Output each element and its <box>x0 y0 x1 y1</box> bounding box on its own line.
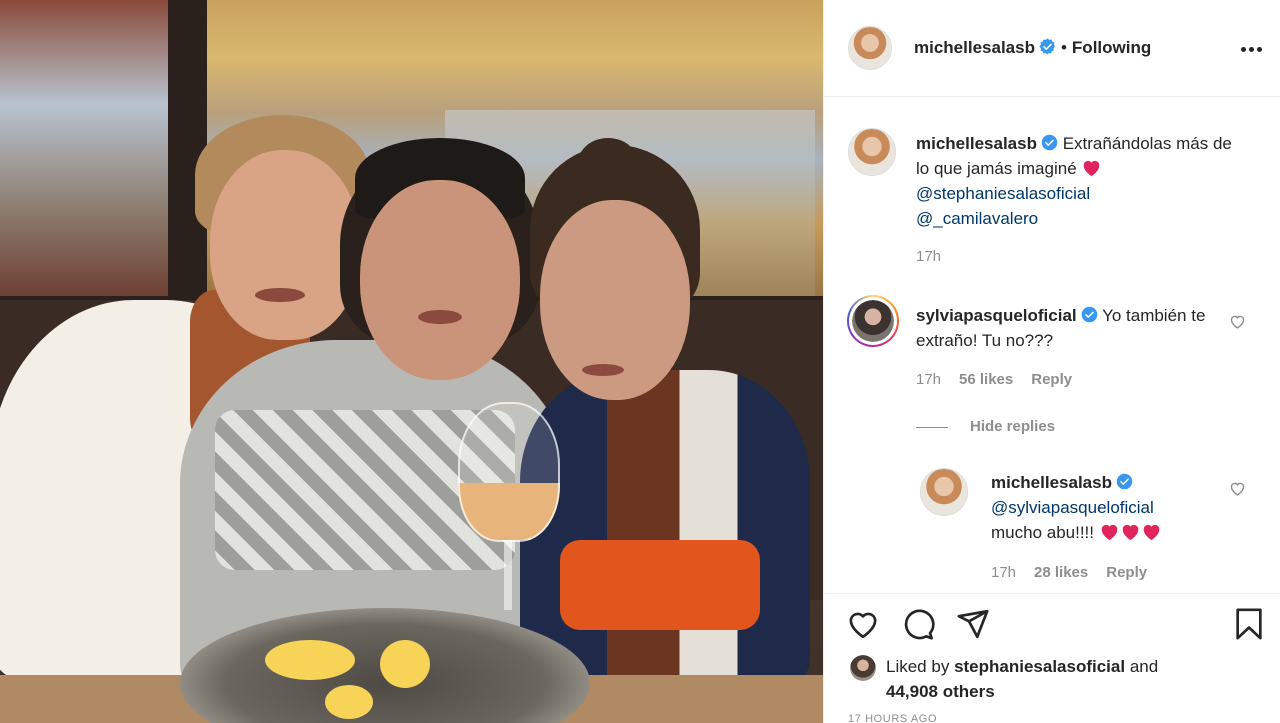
caption-meta: 17h <box>916 248 941 265</box>
red-heart-emoji-icon <box>1143 524 1160 541</box>
comment-username[interactable]: sylviapasqueloficial <box>916 306 1077 325</box>
liked-by-and: and <box>1129 657 1159 676</box>
liked-by-summary: Liked by stephaniesalasoficial and 44,90… <box>886 654 1246 704</box>
post-photo[interactable] <box>0 0 823 723</box>
comments-list: michellesalasb Extrañándolas más de lo q… <box>824 98 1280 593</box>
red-heart-emoji-icon <box>1101 524 1118 541</box>
photo-window-frame <box>168 0 207 300</box>
caption-time[interactable]: 17h <box>916 248 941 265</box>
post-header: michellesalasb • Following <box>824 0 1280 97</box>
photo-person-right-body <box>520 370 810 690</box>
reply-author-avatar[interactable] <box>920 468 968 516</box>
caption-username[interactable]: michellesalasb <box>916 134 1037 153</box>
header-separator: • <box>1060 38 1067 57</box>
photo-smile-middle <box>418 310 462 324</box>
more-options-icon[interactable] <box>1241 47 1263 53</box>
photo-person-left-face <box>210 150 360 340</box>
photo-wine-stem <box>504 540 512 610</box>
hide-replies-line <box>916 426 948 428</box>
caption-mention-2[interactable]: @_camilavalero <box>916 209 1038 228</box>
verified-icon <box>1116 473 1133 490</box>
comment-reply-button[interactable]: Reply <box>1031 371 1072 388</box>
reply-reply-button[interactable]: Reply <box>1106 564 1147 581</box>
reply-username[interactable]: michellesalasb <box>991 473 1112 492</box>
reply-mention[interactable]: @sylviapasqueloficial <box>991 498 1154 517</box>
liked-by-others[interactable]: 44,908 others <box>886 682 995 701</box>
photo-person-middle-face <box>360 180 520 380</box>
photo-smile-left <box>255 288 305 302</box>
photo-lemon-1 <box>265 640 355 680</box>
caption-author-avatar[interactable] <box>848 128 896 176</box>
bookmark-icon[interactable] <box>1232 607 1266 641</box>
heart-icon[interactable] <box>846 607 880 641</box>
liked-by-prefix: Liked by <box>886 657 950 676</box>
caption: michellesalasb Extrañándolas más de lo q… <box>916 131 1246 231</box>
caption-mention-1[interactable]: @stephaniesalasoficial <box>916 184 1090 203</box>
hide-replies-label: Hide replies <box>970 418 1056 435</box>
photo-lemon-2 <box>380 640 430 688</box>
reply-likes[interactable]: 28 likes <box>1034 564 1088 581</box>
commenter-avatar-ring[interactable] <box>847 295 899 347</box>
reply-text: mucho abu!!!! <box>991 523 1095 542</box>
comment-meta: 17h 56 likes Reply <box>916 371 1072 388</box>
photo-smile-right <box>582 364 624 376</box>
reply-like-heart-icon[interactable] <box>1229 480 1246 497</box>
author-avatar[interactable] <box>848 26 892 70</box>
verified-icon <box>1081 306 1097 323</box>
reply-meta: 17h 28 likes Reply <box>991 564 1147 581</box>
reply-time[interactable]: 17h <box>991 564 1016 581</box>
liker-avatar[interactable] <box>850 655 876 681</box>
comment-time[interactable]: 17h <box>916 371 941 388</box>
hide-replies-button[interactable]: Hide replies <box>916 418 1055 435</box>
author-username[interactable]: michellesalasb <box>914 38 1035 57</box>
post-actions: Liked by stephaniesalasoficial and 44,90… <box>824 593 1280 723</box>
post-timestamp[interactable]: 17 HOURS AGO <box>848 713 937 723</box>
liked-by-user[interactable]: stephaniesalasoficial <box>954 657 1125 676</box>
share-icon[interactable] <box>956 607 990 641</box>
following-button[interactable]: Following <box>1072 38 1151 57</box>
photo-person-right-bun <box>578 138 638 188</box>
comment-like-heart-icon[interactable] <box>1229 313 1246 330</box>
post-side-panel: michellesalasb • Following michellesalasb … <box>823 0 1280 723</box>
reply: michellesalasb @sylviapasqueloficial muc… <box>991 470 1241 545</box>
comment-likes[interactable]: 56 likes <box>959 371 1013 388</box>
verified-icon <box>1039 38 1055 55</box>
verified-icon <box>1041 134 1058 151</box>
red-heart-emoji-icon <box>1122 524 1139 541</box>
photo-wine-glass <box>458 402 560 542</box>
commenter-avatar <box>852 300 894 342</box>
comment: sylviapasqueloficial Yo también te extra… <box>916 303 1216 353</box>
photo-person-right-stripe <box>560 540 760 630</box>
photo-window-left <box>0 0 168 298</box>
comment-icon[interactable] <box>901 607 935 641</box>
photo-lemon-3 <box>325 685 373 719</box>
red-heart-emoji-icon <box>1084 160 1100 177</box>
